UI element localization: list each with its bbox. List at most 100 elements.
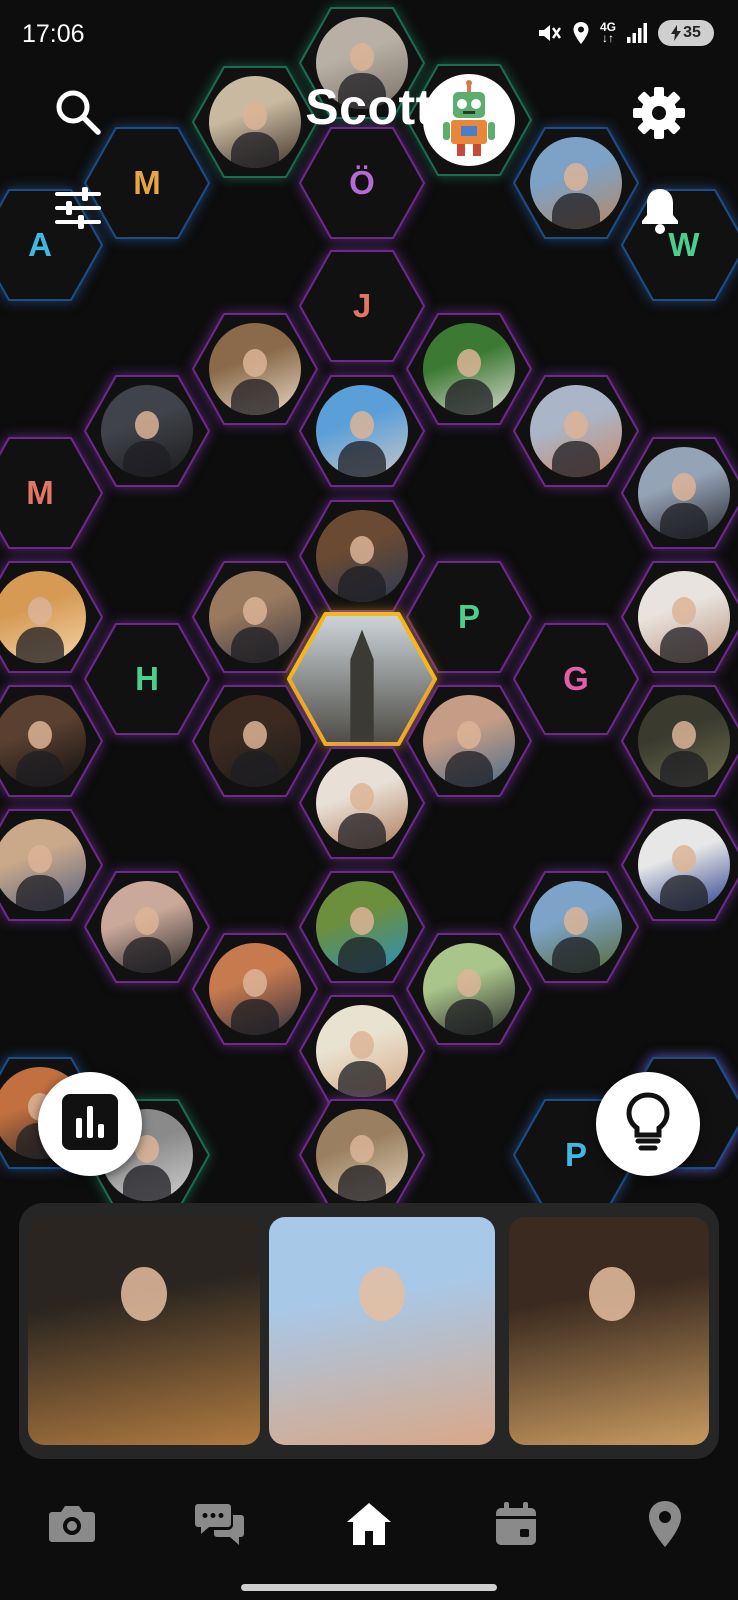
friend-hex[interactable]	[192, 933, 318, 1045]
friend-hex[interactable]	[621, 685, 738, 797]
friend-photo	[209, 695, 301, 787]
friend-photo	[316, 757, 408, 849]
friend-photo	[638, 571, 730, 663]
person-silhouette	[243, 349, 267, 377]
friend-hex[interactable]	[299, 500, 425, 612]
friend-hex[interactable]	[406, 685, 532, 797]
person-silhouette	[672, 845, 696, 873]
home-indicator	[241, 1584, 497, 1591]
friend-hex[interactable]	[84, 871, 210, 983]
friend-photo	[423, 943, 515, 1035]
person-silhouette	[28, 597, 52, 625]
friend-photo	[101, 385, 193, 477]
person-silhouette	[350, 783, 374, 811]
hex-letter-label: G	[563, 660, 589, 697]
person-body	[552, 937, 600, 973]
hex-letter-j[interactable]: J	[299, 250, 425, 362]
friend-hex[interactable]	[299, 995, 425, 1107]
recent-photo-card[interactable]	[269, 1217, 495, 1445]
nav-map[interactable]	[635, 1498, 695, 1554]
person-body	[445, 379, 493, 415]
person-body	[123, 441, 171, 477]
location-pin-icon	[647, 1500, 683, 1553]
hex-letter-h[interactable]: H	[84, 623, 210, 735]
friend-hex[interactable]	[299, 1099, 425, 1211]
friend-photo	[101, 881, 193, 973]
recent-photo-card[interactable]	[28, 1217, 260, 1445]
friend-hex[interactable]	[621, 437, 738, 549]
friend-hex[interactable]	[299, 871, 425, 983]
friend-photo	[530, 137, 622, 229]
person-silhouette	[28, 845, 52, 873]
person-body	[660, 627, 708, 663]
ideas-button[interactable]	[596, 1072, 700, 1176]
friend-hex[interactable]	[299, 747, 425, 859]
friend-hex-grid: MÖAWJMPHGPS	[0, 0, 738, 1220]
chat-icon	[195, 1501, 245, 1552]
person-silhouette	[564, 907, 588, 935]
bell-icon	[638, 185, 682, 240]
hex-letter-g[interactable]: G	[513, 623, 639, 735]
person-silhouette	[457, 969, 481, 997]
friend-hex[interactable]	[513, 127, 639, 239]
friend-hex[interactable]	[621, 561, 738, 673]
hex-letter-label: J	[352, 287, 372, 324]
person-body	[552, 193, 600, 229]
person-silhouette	[135, 907, 159, 935]
nav-home[interactable]	[339, 1498, 399, 1554]
search-button[interactable]	[48, 84, 108, 144]
person-silhouette	[564, 163, 588, 191]
recent-photo-card[interactable]	[509, 1217, 709, 1445]
settings-button[interactable]	[628, 84, 690, 146]
person-silhouette	[672, 473, 696, 501]
friend-hex[interactable]	[84, 375, 210, 487]
nav-camera[interactable]	[42, 1498, 102, 1554]
person-silhouette	[120, 1267, 167, 1322]
hex-letter-label: M	[26, 474, 54, 511]
nav-chats[interactable]	[190, 1498, 250, 1554]
friend-hex[interactable]	[406, 313, 532, 425]
person-body	[660, 503, 708, 539]
hex-letter-ö[interactable]: Ö	[299, 127, 425, 239]
person-body	[231, 627, 279, 663]
friend-photo	[530, 881, 622, 973]
friend-hex[interactable]	[192, 313, 318, 425]
friend-hex[interactable]	[513, 375, 639, 487]
notifications-button[interactable]	[636, 186, 684, 238]
friend-hex[interactable]	[192, 685, 318, 797]
friend-hex[interactable]	[0, 685, 103, 797]
friend-photo	[423, 695, 515, 787]
friend-hex[interactable]	[299, 375, 425, 487]
person-silhouette	[564, 411, 588, 439]
person-body	[16, 751, 64, 787]
friend-photo	[638, 819, 730, 911]
hex-letter-m[interactable]: M	[0, 437, 103, 549]
person-body	[16, 627, 64, 663]
hex-letter-label: Ö	[349, 164, 375, 201]
gear-icon	[632, 86, 686, 145]
friend-photo	[316, 1109, 408, 1201]
person-silhouette	[350, 1135, 374, 1163]
friend-hex[interactable]	[513, 871, 639, 983]
lightbulb-icon	[623, 1091, 673, 1158]
person-silhouette	[350, 907, 374, 935]
person-silhouette	[350, 536, 374, 564]
filter-button[interactable]	[52, 186, 104, 234]
person-body	[338, 1165, 386, 1201]
nav-calendar[interactable]	[486, 1498, 546, 1554]
stats-button[interactable]	[38, 1072, 142, 1176]
person-silhouette	[457, 349, 481, 377]
person-silhouette	[350, 411, 374, 439]
person-silhouette	[243, 721, 267, 749]
person-silhouette	[243, 969, 267, 997]
person-silhouette	[28, 721, 52, 749]
person-body	[231, 379, 279, 415]
person-silhouette	[359, 1267, 406, 1322]
friend-hex[interactable]	[406, 933, 532, 1045]
person-body	[123, 1165, 171, 1201]
person-body	[338, 1061, 386, 1097]
friend-hex[interactable]	[621, 809, 738, 921]
person-silhouette	[589, 1267, 635, 1322]
camera-icon	[47, 1503, 97, 1550]
person-body	[16, 875, 64, 911]
